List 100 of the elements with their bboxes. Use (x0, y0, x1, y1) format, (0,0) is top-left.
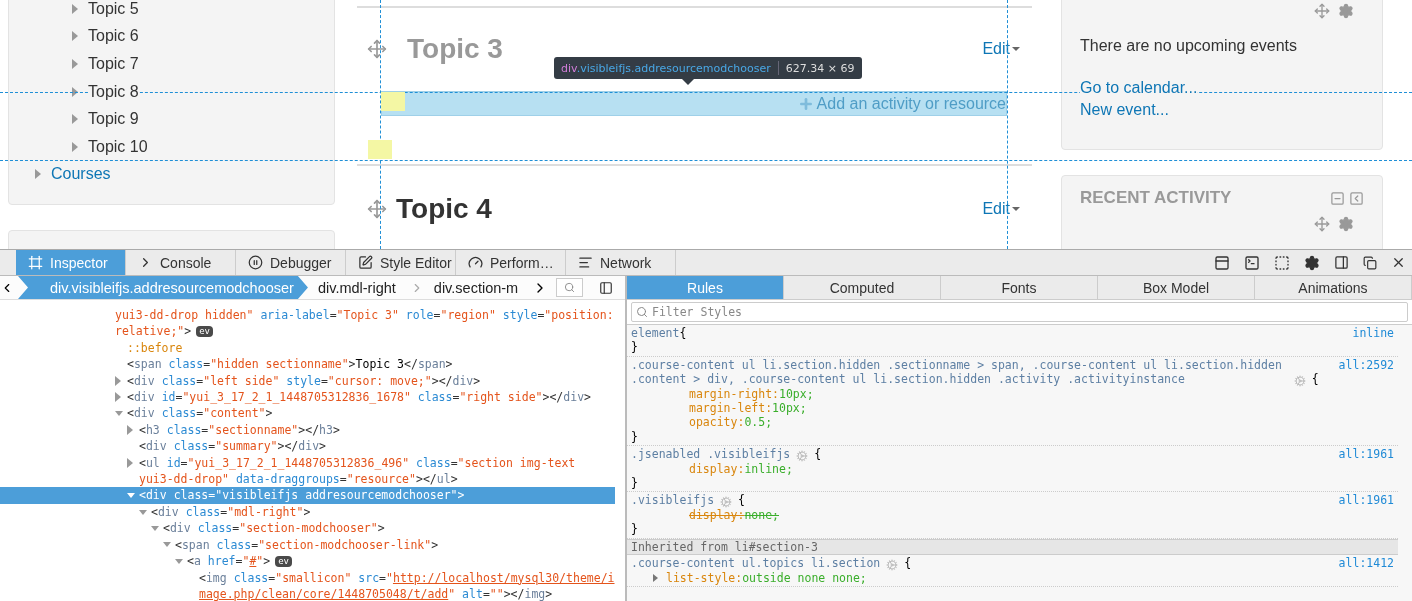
breadcrumb[interactable]: div.mdl-right (307, 276, 410, 299)
tool-tab[interactable]: Console (126, 250, 236, 275)
sidebar-tab[interactable]: Box Model (1098, 276, 1255, 299)
expand-arrow-icon[interactable] (72, 59, 78, 69)
markup-code: <span class="hidden sectionname">Topic 3</span> (127, 356, 454, 373)
expanded-arrow-icon[interactable] (163, 542, 171, 548)
move-icon[interactable] (1314, 3, 1330, 19)
markup-row[interactable]: <div class="summary"></div> (0, 438, 615, 455)
move-icon[interactable] (1314, 216, 1330, 232)
markup-row[interactable]: <div class="content"> (0, 405, 615, 422)
opening-brace: { (814, 447, 822, 462)
gear-icon[interactable] (796, 449, 809, 462)
markup-code: <img class="smallicon" src="http://localhost/mysql30/theme/image.php/clean/core/1448705048/t/add" alt=""></img> (199, 569, 615, 601)
minimize-icon[interactable] (1330, 190, 1345, 206)
move-icon[interactable] (367, 39, 387, 59)
expanded-arrow-icon[interactable] (115, 411, 123, 417)
expand-arrow-icon[interactable] (72, 3, 78, 14)
collapsed-arrow-icon[interactable] (115, 392, 121, 403)
frame-select-icon[interactable] (1274, 254, 1290, 271)
block-message: There are no upcoming events (1080, 37, 1298, 55)
markup-code: ::before (127, 339, 184, 357)
settings-icon[interactable] (1304, 254, 1320, 271)
frame-icon (28, 255, 43, 270)
gear-icon[interactable] (886, 558, 899, 571)
closing-brace: } (631, 340, 639, 355)
closing-brace: } (631, 476, 639, 491)
collapsed-arrow-icon[interactable] (127, 425, 133, 436)
css-selector: .jsenabled .visibleifjs (631, 447, 791, 462)
expand-arrow-icon[interactable] (653, 573, 658, 582)
markup-row[interactable]: <span class="hidden sectionname">Topic 3</span> (0, 356, 615, 373)
expand-arrow-icon[interactable] (35, 169, 41, 180)
dock-side-icon[interactable] (1334, 255, 1349, 270)
move-icon[interactable] (367, 199, 387, 219)
tool-tab[interactable]: Debugger (236, 250, 346, 275)
bars-icon (578, 255, 593, 270)
markup-code: <div class="summary"></div> (139, 438, 327, 455)
nav-item[interactable]: Topic 7 (88, 55, 139, 73)
markup-row[interactable]: yui3-dd-drop hidden" aria-label="Topic 3" role="region" style="position: relative;"> ev (0, 307, 615, 340)
tool-tab[interactable]: Perform… (456, 250, 566, 275)
expanded-arrow-icon[interactable] (175, 558, 183, 564)
sidebar-tab[interactable]: Fonts (941, 276, 1098, 299)
filter-field[interactable]: Filter Styles (631, 302, 1408, 322)
tool-tab[interactable]: Network (566, 250, 676, 275)
sidebar-tab[interactable]: Animations (1255, 276, 1412, 299)
opening-brace: { (679, 326, 687, 341)
collapsed-arrow-icon[interactable] (127, 457, 133, 468)
section-title: Topic 3 (407, 33, 503, 65)
markup-row[interactable]: <img class="smallicon" src="http://localhost/mysql30/theme/image.php/clean/core/1448705048/t/add" alt=""></img> (0, 569, 615, 601)
event-badge[interactable]: ev (275, 556, 293, 568)
sidebar-tab[interactable]: Computed (784, 276, 941, 299)
layout-icon[interactable] (1214, 254, 1230, 271)
gear-icon[interactable] (720, 495, 733, 508)
markup-row[interactable]: <div class="mdl-right"> (0, 503, 615, 521)
event-badge[interactable]: ev (196, 326, 214, 338)
source-link[interactable]: inline (1352, 326, 1394, 341)
close-icon[interactable] (1391, 255, 1406, 270)
breadcrumb[interactable]: div.section-m (423, 276, 533, 299)
terminal-icon[interactable] (1244, 254, 1260, 271)
section-title: Topic 4 (396, 193, 492, 225)
nav-item[interactable]: Topic 10 (88, 137, 148, 156)
dock-icon[interactable] (1349, 190, 1364, 206)
search-button[interactable] (556, 278, 583, 297)
closing-brace: } (631, 429, 639, 445)
markup-row[interactable]: <div class="left side" style="cursor: move;"></div> (0, 372, 615, 390)
nav-item[interactable]: Topic 9 (88, 110, 139, 129)
pause-icon (248, 255, 263, 270)
separate-window-icon[interactable] (1363, 255, 1377, 270)
block-title: RECENT ACTIVITY (1080, 188, 1232, 208)
closing-brace: } (631, 522, 639, 537)
nav-item[interactable]: Topic 6 (88, 27, 139, 46)
expand-arrow-icon[interactable] (72, 114, 78, 125)
opening-brace: { (904, 556, 912, 571)
edit-menu-link[interactable]: Edit (982, 200, 1020, 218)
expand-arrow-icon[interactable] (72, 31, 78, 42)
markup-code: <ul id="yui_3_17_2_1_1448705312836_496" class="section img-text yui3-dd-drop" data-draggroups="resource"></ul> (139, 454, 577, 488)
source-link[interactable]: all:1961 (1338, 493, 1394, 508)
css-selector: .visibleifjs (631, 493, 715, 508)
markup-row[interactable]: <h3 class="sectionname"></h3> (0, 421, 615, 439)
nav-item[interactable]: Topic 5 (88, 0, 139, 18)
expanded-arrow-icon[interactable] (151, 525, 159, 531)
markup-row[interactable]: <div class="section-modchooser"> (0, 520, 615, 537)
nav-item[interactable]: Topic 8 (88, 82, 139, 101)
search-icon (564, 282, 575, 293)
markup-row[interactable]: <div id="yui_3_17_2_1_1448705312836_1678" class="right side"></div> (0, 389, 615, 406)
markup-code: <div id="yui_3_17_2_1_1448705312836_1678" class="right side"></div> (127, 389, 592, 406)
edit-menu-link[interactable]: Edit (982, 40, 1020, 58)
collapsed-arrow-icon[interactable] (115, 375, 121, 386)
markup-row[interactable]: <span class="section-modchooser-link"> (0, 536, 615, 554)
source-link[interactable]: all:1412 (1338, 556, 1394, 571)
source-link[interactable]: all:1961 (1338, 447, 1394, 462)
toggle-pane-button[interactable] (599, 280, 613, 295)
source-link[interactable]: all:2592 (1338, 357, 1394, 387)
margin-highlight (368, 140, 392, 159)
expand-arrow-icon[interactable] (72, 141, 78, 152)
tool-tab[interactable]: Style Editor (346, 250, 456, 275)
markup-row[interactable]: <a href="#"> ev (0, 553, 615, 570)
gear-icon[interactable] (1293, 374, 1306, 387)
expanded-arrow-icon[interactable] (139, 509, 147, 515)
expand-arrow-icon[interactable] (72, 86, 78, 97)
markup-row[interactable]: <ul id="yui_3_17_2_1_1448705312836_496" class="section img-text yui3-dd-drop" data-draggroups="resource"></ul> (0, 454, 615, 488)
